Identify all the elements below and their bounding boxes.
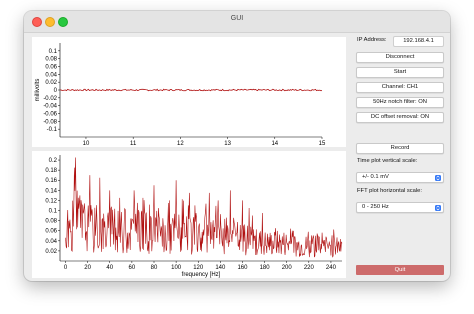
y-tick-label: 0.2 <box>49 158 58 164</box>
y-tick-label: 0.02 <box>45 249 57 255</box>
fft-scale-label: FFT plot horizontal scale: <box>357 188 422 194</box>
x-tick-label: 15 <box>319 141 326 147</box>
fft-series-line <box>65 157 343 258</box>
y-tick-label: -0.1 <box>47 127 58 133</box>
x-tick-label: 120 <box>193 265 204 271</box>
y-axis-label: millivolts <box>35 79 41 102</box>
y-tick-label: 0.12 <box>45 198 57 204</box>
dc-offset-button[interactable]: DC offset removal: ON <box>356 112 444 123</box>
app-window: GUI 0.1 0.08 0.06 0.04 0.02 0 -0.02 -0.04 -0.06-… <box>24 11 450 281</box>
title-bar: GUI <box>24 11 450 33</box>
x-tick-label: 10 <box>83 141 90 147</box>
x-tick-label: 160 <box>237 265 248 271</box>
fft-scale-select[interactable]: 0 - 250 Hz <box>356 202 444 213</box>
y-tick-label: -0.06 <box>43 112 57 118</box>
y-tick-label: 0.14 <box>45 188 57 194</box>
fft-plot-panel: 0.2 0.18 0.16 0.14 0.12 0.1 0.08 0.06 0.04 0.02 0 2… <box>32 151 346 278</box>
channel-button[interactable]: Channel: CH1 <box>356 82 444 93</box>
x-tick-label: 100 <box>171 265 182 271</box>
y-tick-label: 0.02 <box>45 80 57 86</box>
x-tick-label: 200 <box>282 265 293 271</box>
x-tick-label: 60 <box>129 265 136 271</box>
notch-filter-button[interactable]: 50Hz notch filter: ON <box>356 97 444 108</box>
fft-scale-value: 0 - 250 Hz <box>362 204 389 210</box>
chevron-updown-icon <box>435 174 441 181</box>
y-tick-label: 0.08 <box>45 57 57 63</box>
chevron-updown-icon <box>435 204 441 211</box>
x-tick-label: 12 <box>177 141 184 147</box>
x-axis-label: frequency [Hz] <box>182 272 221 278</box>
x-tick-label: 20 <box>84 265 91 271</box>
x-tick-label: 220 <box>304 265 315 271</box>
y-tick-label: 0.06 <box>45 65 57 71</box>
y-tick-label: -0.04 <box>43 104 57 110</box>
disconnect-button[interactable]: Disconnect <box>356 52 444 63</box>
x-tick-label: 11 <box>130 141 137 147</box>
time-plot-panel: 0.1 0.08 0.06 0.04 0.02 0 -0.02 -0.04 -0.06 -0.08… <box>32 37 346 154</box>
x-tick-label: 180 <box>260 265 271 271</box>
y-tick-label: 0.04 <box>45 239 57 245</box>
y-tick-label: 0.16 <box>45 178 57 184</box>
y-tick-label: -0.08 <box>43 119 57 125</box>
window-title: GUI <box>230 15 244 22</box>
y-tick-label: 0.08 <box>45 219 57 225</box>
time-scale-select[interactable]: +/- 0.1 mV <box>356 172 444 183</box>
x-tick-label: 240 <box>326 265 337 271</box>
y-tick-label: 0.1 <box>49 209 58 215</box>
x-tick-label: 13 <box>224 141 231 147</box>
start-button[interactable]: Start <box>356 67 444 78</box>
record-button[interactable]: Record <box>356 143 444 154</box>
y-tick-label: 0.04 <box>45 72 57 78</box>
y-tick-label: 0.06 <box>45 229 57 235</box>
x-tick-label: 14 <box>271 141 278 147</box>
time-plot: 0.1 0.08 0.060.04 0.02 0 -0.02 -0.04 -0.06-0.08… <box>35 43 326 154</box>
time-scale-label: Time plot vertical scale: <box>357 158 418 164</box>
ip-address-field[interactable]: 192.168.4.1 <box>393 36 444 47</box>
y-tick-label: 0.18 <box>45 168 57 174</box>
y-tick-label: -0.02 <box>43 96 57 102</box>
x-tick-label: 40 <box>106 265 113 271</box>
y-tick-label: 0 <box>54 88 58 94</box>
time-series-line <box>59 88 323 92</box>
fft-plot: 0.2 0.18 0.16 0.14 0.12 0.1 0.08 0.06 0.04 0.02 0 2… <box>45 155 343 278</box>
y-tick-label: 0.1 <box>49 49 58 55</box>
ip-address-label: IP Address: <box>357 37 387 43</box>
quit-button[interactable]: Quit <box>356 265 444 275</box>
x-tick-label: 140 <box>215 265 226 271</box>
time-scale-value: +/- 0.1 mV <box>362 174 389 180</box>
x-tick-label: 0 <box>64 265 68 271</box>
x-tick-label: 80 <box>151 265 158 271</box>
